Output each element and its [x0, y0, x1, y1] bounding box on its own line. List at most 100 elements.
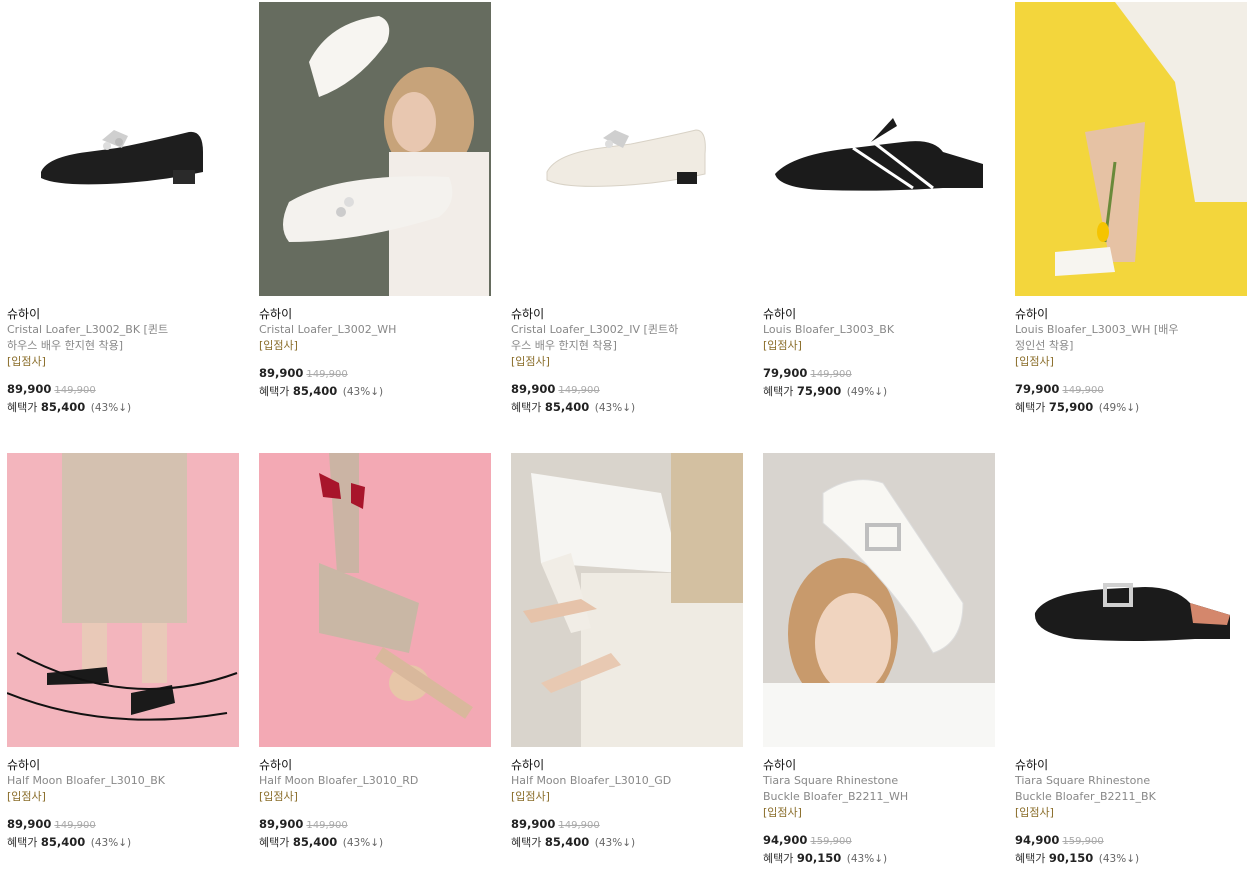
product-name[interactable]: Cristal Loafer_L3002_IV [퀸트하우스 배우 한지현 착용…: [511, 322, 681, 354]
product-info: 슈하이 Half Moon Bloafer_L3010_BK [입점사] 89,…: [7, 747, 239, 851]
vendor-tag: [입점사]: [259, 339, 298, 352]
product-info: 슈하이 Louis Bloafer_L3003_BK [입점사] 79,900 1…: [763, 296, 995, 400]
benefit-price-line: 혜택가 90,150 (43%↓): [763, 850, 995, 867]
discount-rate: (43%↓): [342, 837, 384, 849]
product-name[interactable]: Cristal Loafer_L3002_BK [퀸트하우스 배우 한지현 착용…: [7, 322, 177, 354]
product-name[interactable]: Tiara Square Rhinestone Buckle Bloafer_B…: [763, 773, 933, 805]
discount-rate: (43%↓): [594, 402, 636, 414]
black-buckle-bloafer-product-image[interactable]: [1015, 453, 1247, 747]
price-line: 94,900 159,900: [763, 832, 995, 850]
sale-price: 89,900: [7, 382, 52, 396]
model-white-bloafer-image[interactable]: [763, 453, 995, 747]
product-card[interactable]: 슈하이 Half Moon Bloafer_L3010_GD [입점사] 89,…: [511, 453, 743, 867]
product-card[interactable]: 슈하이 Cristal Loafer_L3002_WH [입점사] 89,900…: [259, 2, 491, 416]
product-card[interactable]: 슈하이 Cristal Loafer_L3002_BK [퀸트하우스 배우 한지…: [7, 2, 239, 416]
benefit-price-line: 혜택가 75,900 (49%↓): [763, 383, 995, 400]
price-line: 89,900 149,900: [7, 381, 239, 399]
price-line: 89,900 149,900: [511, 381, 743, 399]
product-info: 슈하이 Half Moon Bloafer_L3010_GD [입점사] 89,…: [511, 747, 743, 851]
black-bloafer-product-image: [763, 2, 995, 296]
product-card[interactable]: 슈하이 Half Moon Bloafer_L3010_BK [입점사] 89,…: [7, 453, 239, 867]
price-line: 89,900 149,900: [259, 365, 491, 383]
product-brand[interactable]: 슈하이: [763, 757, 995, 773]
model-white-bloafer-image: [763, 453, 995, 747]
vendor-tag: [입점사]: [511, 355, 550, 368]
product-brand[interactable]: 슈하이: [7, 757, 239, 773]
product-brand[interactable]: 슈하이: [259, 757, 491, 773]
product-info: 슈하이 Cristal Loafer_L3002_WH [입점사] 89,900…: [259, 296, 491, 400]
black-buckle-bloafer-product-image: [1015, 453, 1247, 747]
product-brand[interactable]: 슈하이: [511, 306, 743, 322]
discount-rate: (49%↓): [1098, 402, 1140, 414]
product-brand[interactable]: 슈하이: [7, 306, 239, 322]
product-card[interactable]: 슈하이 Half Moon Bloafer_L3010_RD [입점사] 89,…: [259, 453, 491, 867]
product-row: 슈하이 Cristal Loafer_L3002_BK [퀸트하우스 배우 한지…: [7, 2, 1257, 416]
original-price: 149,900: [306, 369, 348, 380]
product-brand[interactable]: 슈하이: [1015, 757, 1247, 773]
product-brand[interactable]: 슈하이: [763, 306, 995, 322]
discount-rate: (43%↓): [90, 402, 132, 414]
original-price: 159,900: [810, 836, 852, 847]
benefit-price: 85,400: [40, 835, 86, 849]
product-brand[interactable]: 슈하이: [511, 757, 743, 773]
sale-price: 89,900: [511, 382, 556, 396]
price-line: 79,900 149,900: [763, 365, 995, 383]
black-loafer-product-image: [7, 2, 239, 296]
product-name[interactable]: Half Moon Bloafer_L3010_BK: [7, 773, 177, 789]
original-price: 159,900: [1062, 836, 1104, 847]
original-price: 149,900: [54, 820, 96, 831]
original-price: 149,900: [558, 820, 600, 831]
product-card[interactable]: 슈하이 Tiara Square Rhinestone Buckle Bloaf…: [763, 453, 995, 867]
model-holding-white-loafers-image[interactable]: [259, 2, 491, 296]
sale-price: 89,900: [511, 817, 556, 831]
benefit-price-line: 혜택가 85,400 (43%↓): [259, 834, 491, 851]
benefit-label: 혜택가: [259, 385, 290, 398]
vendor-tag: [입점사]: [511, 790, 550, 803]
vendor-tag: [입점사]: [7, 790, 46, 803]
product-name[interactable]: Cristal Loafer_L3002_WH: [259, 322, 429, 338]
product-name[interactable]: Tiara Square Rhinestone Buckle Bloafer_B…: [1015, 773, 1185, 805]
benefit-label: 혜택가: [763, 852, 794, 865]
product-name[interactable]: Half Moon Bloafer_L3010_GD: [511, 773, 681, 789]
benefit-price-line: 혜택가 85,400 (43%↓): [511, 399, 743, 416]
benefit-label: 혜택가: [511, 836, 542, 849]
product-card[interactable]: 슈하이 Cristal Loafer_L3002_IV [퀸트하우스 배우 한지…: [511, 2, 743, 416]
benefit-label: 혜택가: [763, 385, 794, 398]
vendor-tag: [입점사]: [259, 790, 298, 803]
product-card[interactable]: 슈하이 Louis Bloafer_L3003_BK [입점사] 79,900 1…: [763, 2, 995, 416]
benefit-price-line: 혜택가 85,400 (43%↓): [511, 834, 743, 851]
benefit-price: 90,150: [796, 851, 842, 865]
product-name[interactable]: Louis Bloafer_L3003_WH [배우 정인선 착용]: [1015, 322, 1185, 354]
model-lying-red-shoes-image: [259, 453, 491, 747]
product-card[interactable]: 슈하이 Tiara Square Rhinestone Buckle Bloaf…: [1015, 453, 1247, 867]
price-line: 94,900 159,900: [1015, 832, 1247, 850]
sale-price: 89,900: [259, 817, 304, 831]
model-beige-shoes-image[interactable]: [511, 453, 743, 747]
benefit-price: 85,400: [544, 400, 590, 414]
discount-rate: (49%↓): [846, 386, 888, 398]
vendor-tag: [입점사]: [7, 355, 46, 368]
benefit-price: 90,150: [1048, 851, 1094, 865]
model-pink-background-black-shoes-image: [7, 453, 239, 747]
benefit-label: 혜택가: [1015, 852, 1046, 865]
ivory-loafer-product-image[interactable]: [511, 2, 743, 296]
model-yellow-background-image[interactable]: [1015, 2, 1247, 296]
product-row: 슈하이 Half Moon Bloafer_L3010_BK [입점사] 89,…: [7, 453, 1257, 867]
product-info: 슈하이 Tiara Square Rhinestone Buckle Bloaf…: [1015, 747, 1247, 867]
product-name[interactable]: Louis Bloafer_L3003_BK: [763, 322, 933, 338]
vendor-tag: [입점사]: [1015, 355, 1054, 368]
black-bloafer-product-image[interactable]: [763, 2, 995, 296]
product-card[interactable]: 슈하이 Louis Bloafer_L3003_WH [배우 정인선 착용] […: [1015, 2, 1247, 416]
model-pink-background-black-shoes-image[interactable]: [7, 453, 239, 747]
product-brand[interactable]: 슈하이: [259, 306, 491, 322]
model-lying-red-shoes-image[interactable]: [259, 453, 491, 747]
black-loafer-product-image[interactable]: [7, 2, 239, 296]
sale-price: 94,900: [1015, 833, 1060, 847]
vendor-tag: [입점사]: [763, 339, 802, 352]
price-line: 89,900 149,900: [511, 816, 743, 834]
product-name[interactable]: Half Moon Bloafer_L3010_RD: [259, 773, 429, 789]
benefit-price: 85,400: [292, 835, 338, 849]
product-brand[interactable]: 슈하이: [1015, 306, 1247, 322]
sale-price: 79,900: [1015, 382, 1060, 396]
benefit-price: 85,400: [40, 400, 86, 414]
